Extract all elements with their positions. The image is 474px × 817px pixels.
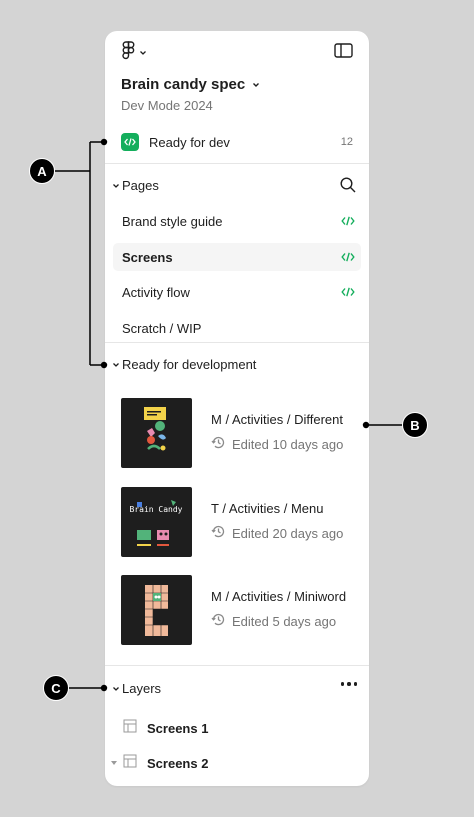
annotation-a: A xyxy=(29,158,55,184)
annotation-c: C xyxy=(43,675,69,701)
annotation-lines xyxy=(55,138,402,692)
annotation-b: B xyxy=(402,412,428,438)
